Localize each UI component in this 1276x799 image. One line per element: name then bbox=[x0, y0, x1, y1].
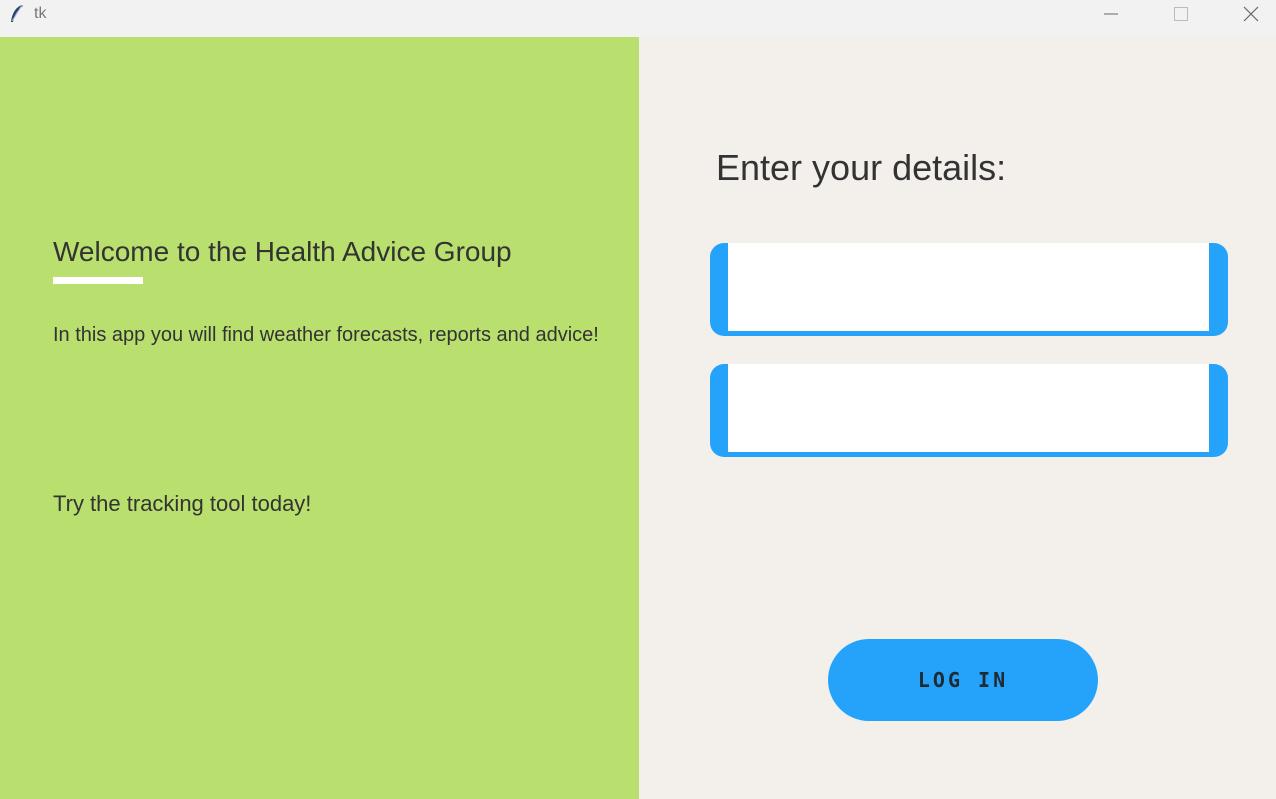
welcome-heading: Welcome to the Health Advice Group bbox=[53, 236, 512, 267]
title-bar: tk bbox=[0, 0, 1276, 37]
heading-underline bbox=[53, 277, 143, 284]
window-title: tk bbox=[34, 5, 47, 22]
intro-text: In this app you will find weather foreca… bbox=[53, 324, 599, 346]
password-field-frame bbox=[710, 364, 1228, 457]
close-button[interactable] bbox=[1228, 0, 1274, 29]
login-button[interactable]: LOG IN bbox=[828, 639, 1098, 721]
tracking-tool-text: Try the tracking tool today! bbox=[53, 491, 312, 516]
minimize-button[interactable] bbox=[1088, 0, 1134, 29]
feather-icon bbox=[8, 4, 26, 24]
close-icon bbox=[1243, 6, 1259, 22]
maximize-icon bbox=[1174, 7, 1188, 21]
login-panel: Enter your details: LOG IN bbox=[639, 37, 1276, 799]
welcome-panel: Welcome to the Health Advice Group In th… bbox=[0, 37, 639, 799]
form-heading: Enter your details: bbox=[716, 147, 1007, 188]
username-input[interactable] bbox=[728, 243, 1209, 331]
username-field-frame bbox=[710, 243, 1228, 336]
minimize-icon bbox=[1104, 13, 1118, 15]
maximize-button[interactable] bbox=[1158, 0, 1204, 29]
password-input[interactable] bbox=[728, 364, 1209, 452]
